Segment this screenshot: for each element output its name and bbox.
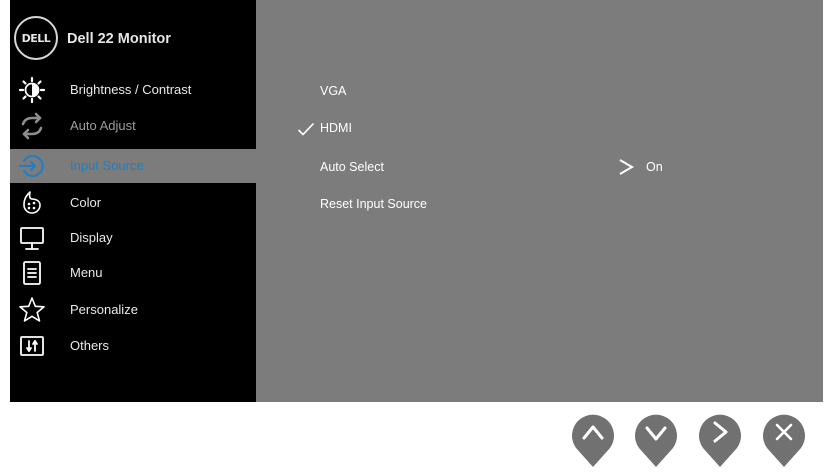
display-monitor-icon [20, 227, 44, 250]
menu-item-label: Personalize [70, 302, 138, 317]
menu-item-personalize[interactable]: Personalize [10, 293, 256, 327]
submenu-panel: VGA HDMI Auto Select On Reset Input Sour… [256, 0, 823, 402]
dell-logo: DELL [14, 16, 58, 60]
main-menu-panel: DELL Dell 22 Monitor Brightness / Contra… [10, 0, 256, 402]
button-shape [635, 414, 677, 467]
option-vga[interactable]: VGA [320, 84, 346, 98]
menu-item-label: Display [70, 230, 113, 245]
menu-item-color[interactable]: Color [10, 186, 256, 220]
auto-select-value: On [646, 160, 663, 174]
osd-header: DELL Dell 22 Monitor [10, 10, 256, 60]
auto-adjust-icon [21, 112, 43, 140]
menu-item-label: Others [70, 338, 110, 353]
menu-item-label: Color [70, 195, 102, 210]
down-button[interactable] [634, 410, 678, 468]
brightness-contrast-icon [18, 76, 46, 104]
right-button[interactable] [698, 410, 742, 468]
menu-document-icon [23, 261, 41, 285]
menu-item-brightness-contrast[interactable]: Brightness / Contrast [10, 73, 256, 107]
input-source-icon [19, 155, 44, 177]
option-reset-input-source[interactable]: Reset Input Source [320, 197, 427, 211]
up-button[interactable] [571, 410, 615, 468]
button-shape [572, 414, 614, 467]
checkmark-icon [297, 122, 315, 136]
menu-item-auto-adjust[interactable]: Auto Adjust [10, 109, 256, 143]
chevron-right-icon [619, 159, 634, 175]
monitor-title: Dell 22 Monitor [67, 31, 171, 47]
star-icon [19, 297, 45, 322]
menu-item-display[interactable]: Display [10, 221, 256, 255]
monitor-osd: DELL Dell 22 Monitor Brightness / Contra… [10, 0, 823, 402]
option-auto-select[interactable]: Auto Select [320, 160, 384, 174]
menu-item-label: Input Source [70, 158, 144, 173]
menu-item-menu[interactable]: Menu [10, 256, 256, 290]
close-button[interactable] [762, 410, 806, 468]
menu-item-label: Brightness / Contrast [70, 82, 192, 97]
others-icon [20, 336, 44, 356]
menu-item-label: Menu [70, 265, 103, 280]
menu-item-label: Auto Adjust [70, 118, 136, 133]
menu-item-others[interactable]: Others [10, 329, 256, 363]
menu-item-input-source[interactable]: Input Source [10, 149, 256, 183]
color-palette-icon [23, 191, 41, 214]
button-shape [699, 414, 741, 467]
option-hdmi[interactable]: HDMI [320, 121, 352, 135]
button-shape [763, 414, 805, 467]
